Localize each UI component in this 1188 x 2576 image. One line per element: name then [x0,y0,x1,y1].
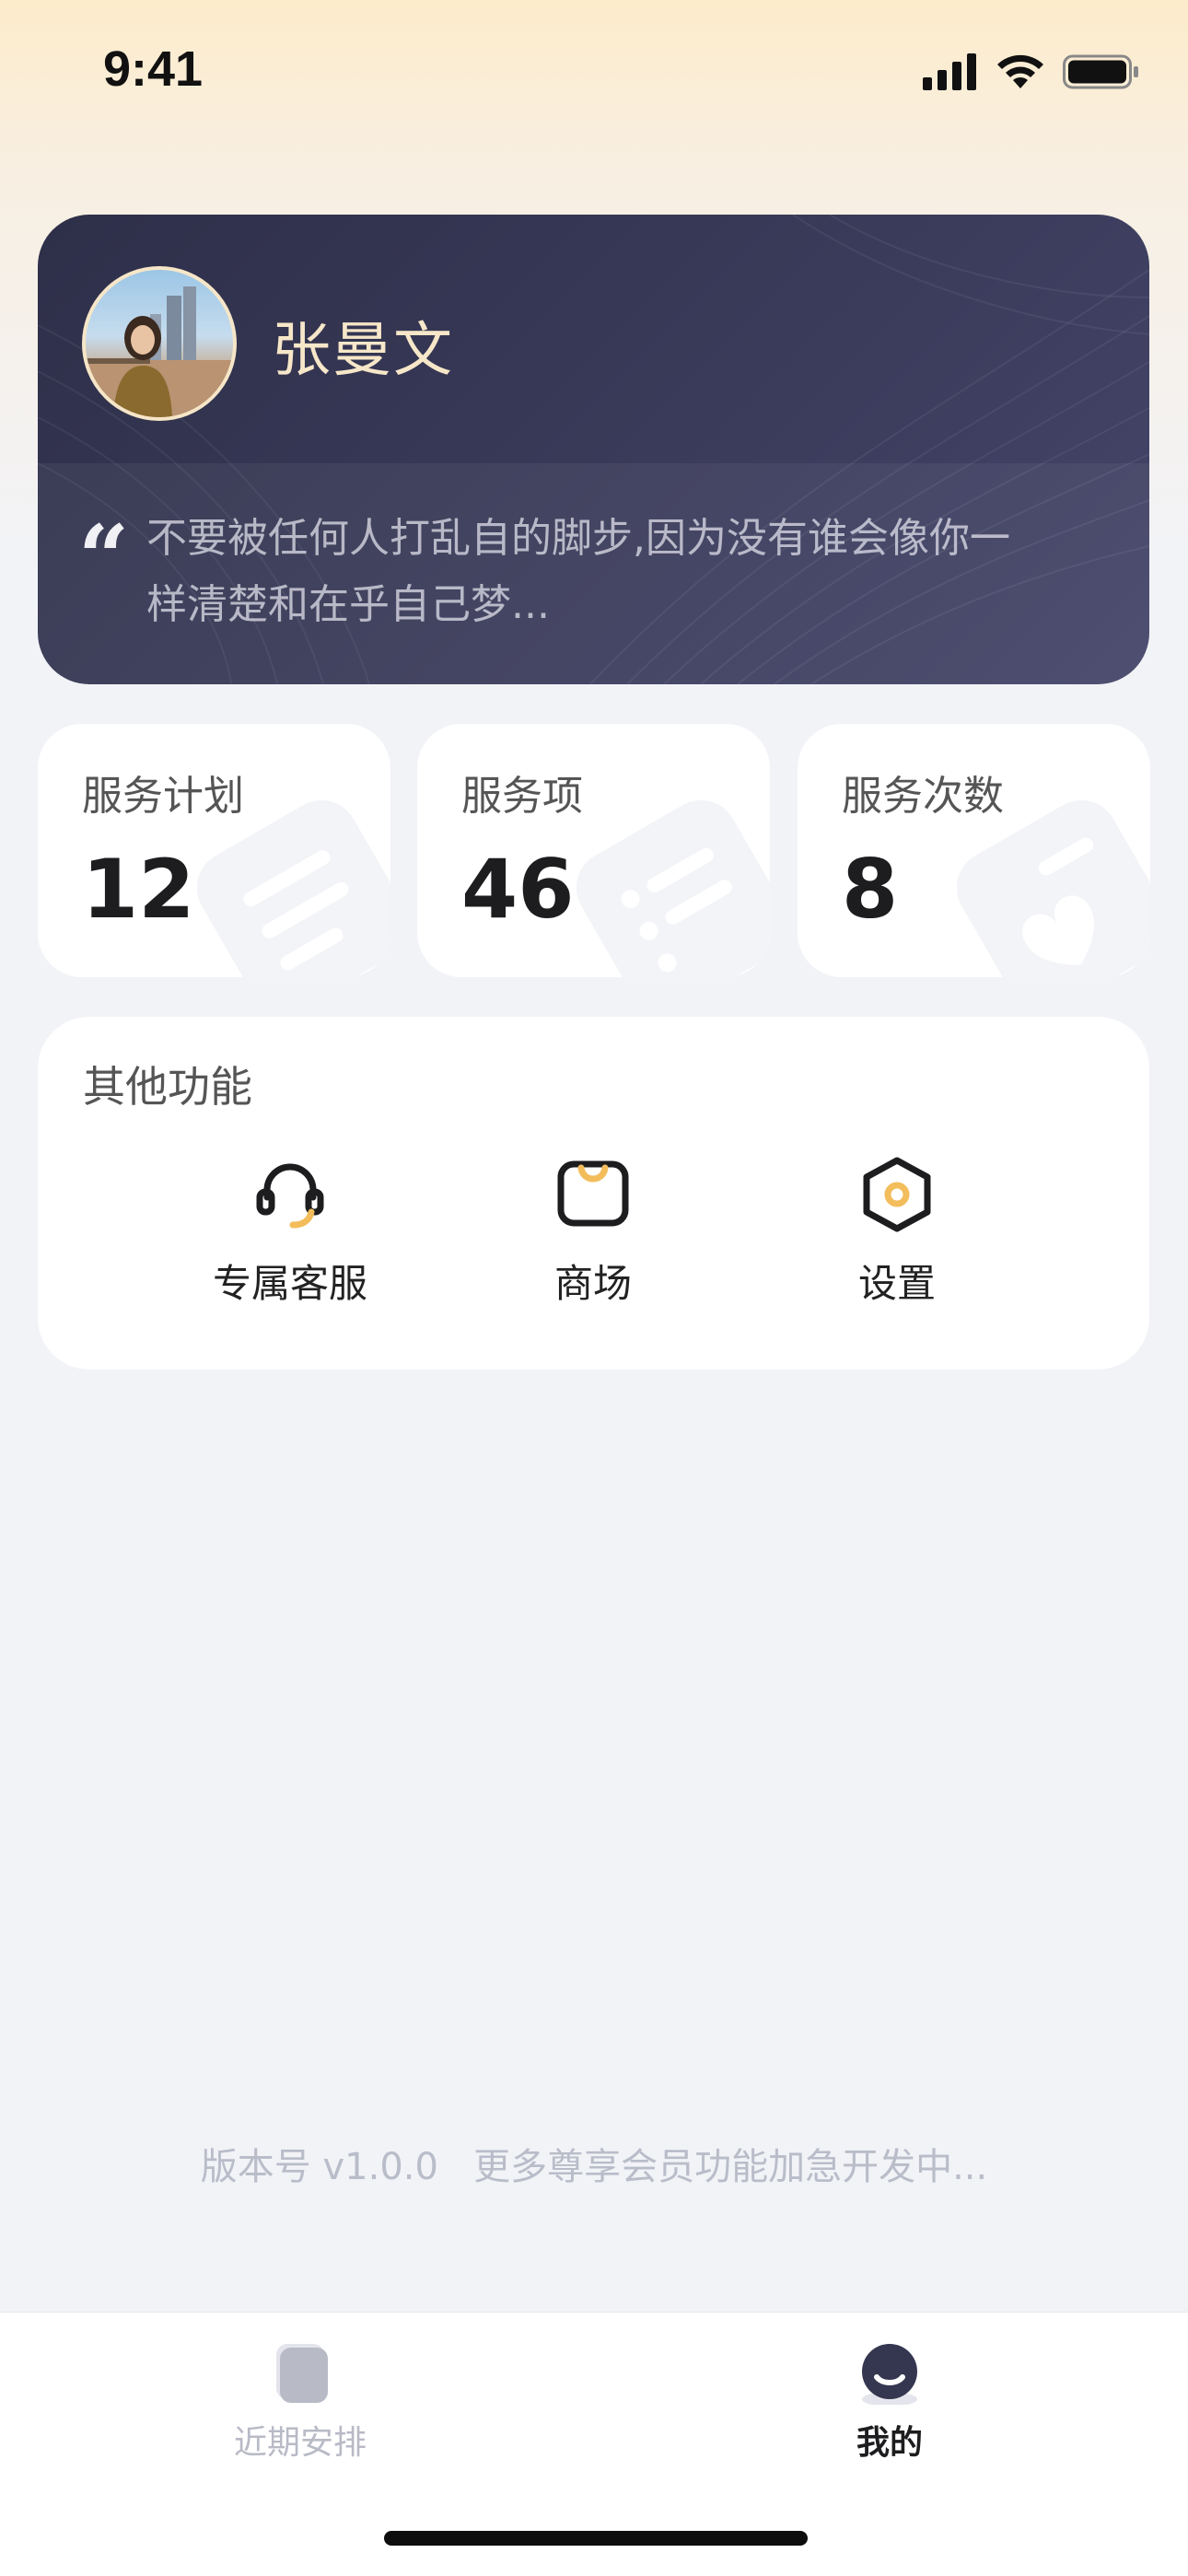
avatar[interactable] [82,266,237,421]
status-bar: 9:41 [0,0,1188,147]
stat-value: 8 [842,842,899,937]
func-mall[interactable]: 商场 [483,1155,704,1321]
func-customer-service[interactable]: 专属客服 [180,1155,401,1321]
motto-line-2: 样清楚和在乎自己梦... [146,581,550,628]
settings-hexagon-icon [863,1157,931,1232]
items-watermark-icon [577,800,770,977]
tab-label: 我的 [856,2424,923,2462]
other-functions-title: 其他功能 [83,1062,252,1112]
stat-value: 12 [82,842,195,937]
signal-icon [923,53,976,90]
shopping-bag-icon [557,1160,629,1227]
other-functions-card: 其他功能 专属客服 商场 设置 [38,1017,1149,1370]
profile-card[interactable]: 张曼文 “ 不要被任何人打乱自的脚步,因为没有谁会像你一 样清楚和在乎自己梦..… [38,215,1149,684]
tab-label: 近期安排 [233,2424,367,2462]
stat-card-service-plan[interactable]: 服务计划 12 [38,724,390,977]
battery-icon [1063,54,1138,89]
avatar-photo [86,286,233,417]
motto-text: 不要被任何人打乱自的脚步,因为没有谁会像你一 样清楚和在乎自己梦... [146,506,1123,638]
tab-recent-schedule[interactable]: 近期安排 [162,2338,438,2467]
quote-icon: “ [78,506,130,610]
stat-value: 46 [461,842,575,937]
headset-icon [256,1163,324,1229]
wifi-icon [997,54,1043,88]
version-text: 版本号 v1.0.0 更多尊享会员功能加急开发中... [200,2146,988,2188]
stat-label: 服务项 [461,773,583,820]
func-label: 专属客服 [212,1261,367,1306]
status-time: 9:41 [103,41,204,97]
stat-card-service-items[interactable]: 服务项 46 [417,724,770,977]
plan-watermark-icon [197,800,390,977]
user-name: 张曼文 [272,317,454,385]
tab-mine[interactable]: 我的 [751,2338,1028,2467]
func-label: 设置 [857,1261,936,1306]
func-label: 商场 [553,1261,632,1306]
motto-line-1: 不要被任何人打乱自的脚步,因为没有谁会像你一 [146,515,1010,562]
profile-icon [862,2344,917,2405]
stat-label: 服务次数 [842,773,1004,820]
status-icons [923,52,1140,92]
stat-label: 服务计划 [82,773,244,820]
func-settings[interactable]: 设置 [786,1155,1007,1321]
stat-card-service-count[interactable]: 服务次数 8 [798,724,1150,977]
calendar-icon [276,2344,328,2403]
home-indicator[interactable] [384,2531,808,2546]
count-watermark-icon [957,800,1150,977]
